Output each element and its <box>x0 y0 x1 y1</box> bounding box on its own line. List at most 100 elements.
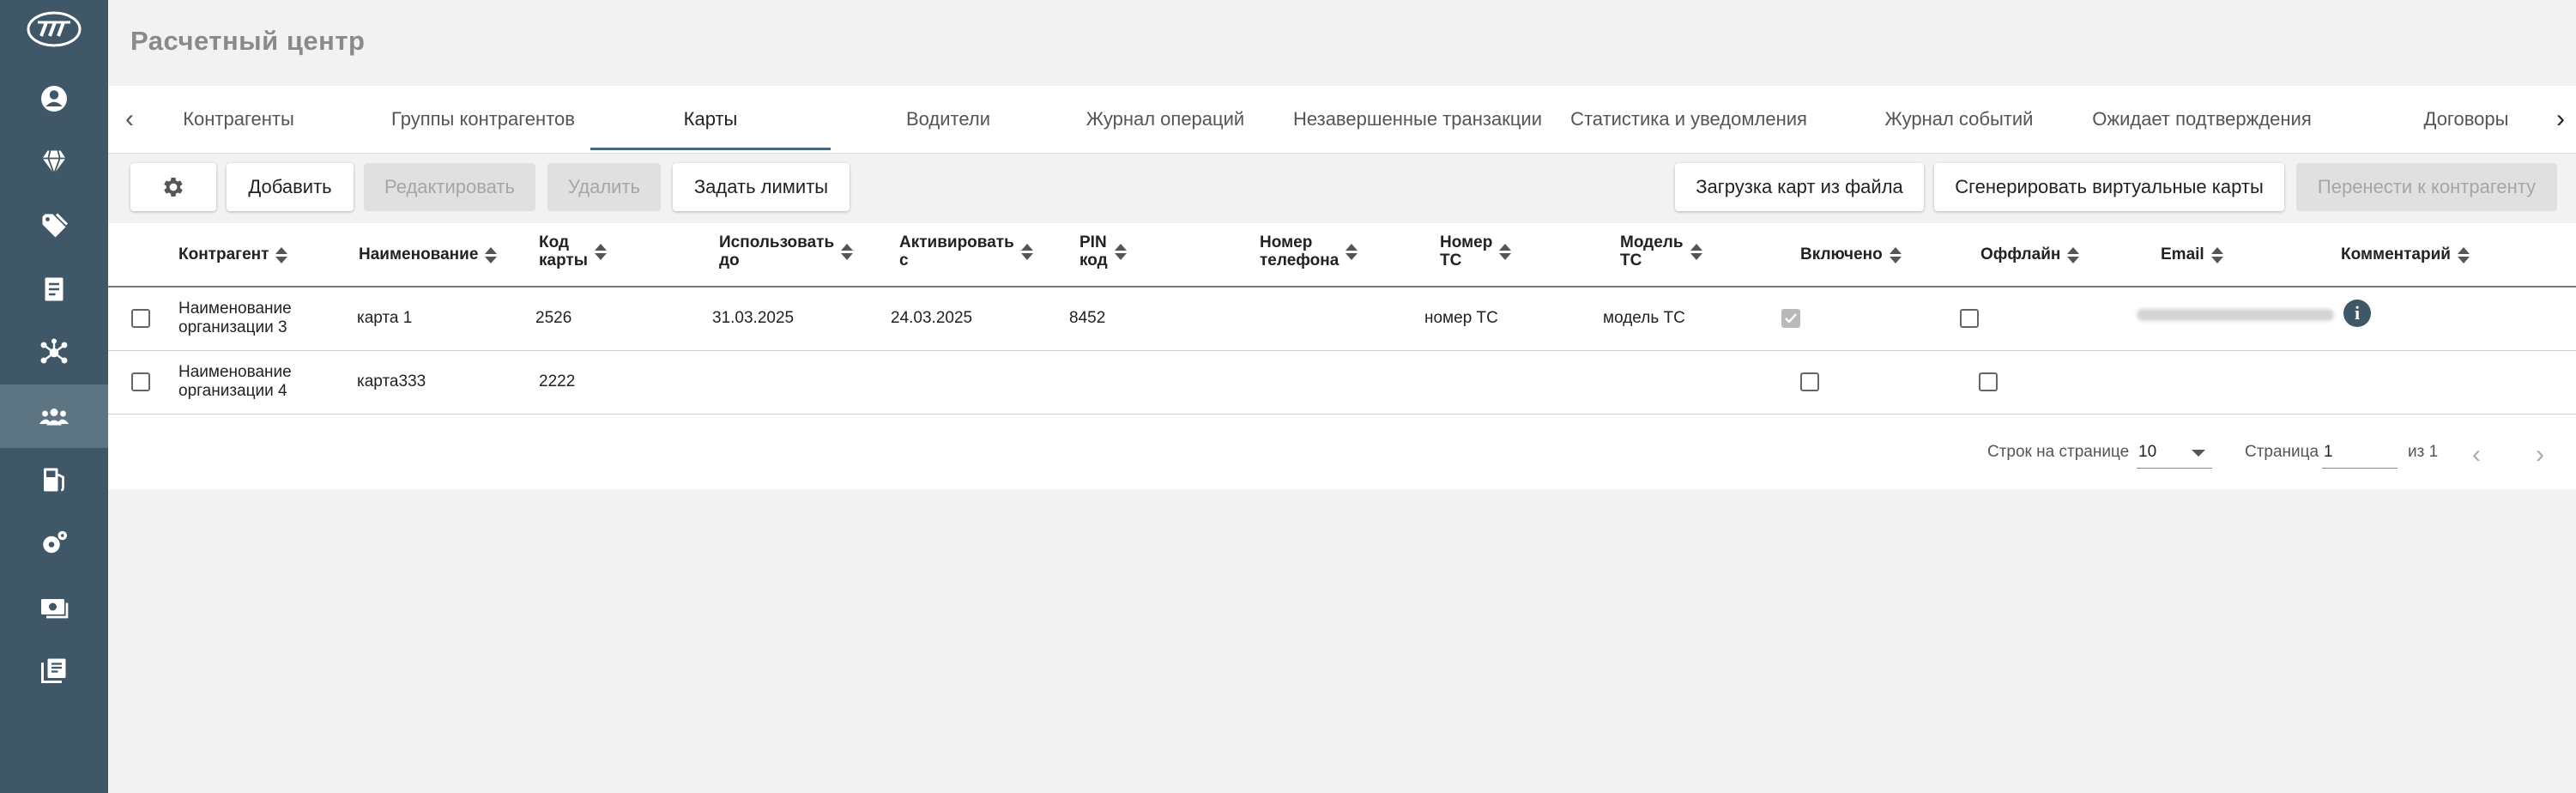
cell-card-code: 2222 <box>539 372 576 390</box>
next-page-icon[interactable]: › <box>2523 438 2557 472</box>
prev-page-icon[interactable]: ‹ <box>2459 438 2494 472</box>
tab-operations-log[interactable]: Журнал операций <box>1057 86 1273 153</box>
page-title: Расчетный центр <box>130 26 366 56</box>
header-phone[interactable]: Номер телефона <box>1260 233 1358 269</box>
cell-pin: 8452 <box>1069 309 1106 327</box>
email-redacted <box>2137 309 2334 321</box>
sidebar-item-settings[interactable] <box>0 512 108 575</box>
diamond-icon <box>42 150 66 177</box>
header-use-until[interactable]: Использовать до <box>719 233 854 269</box>
rows-per-page-select[interactable]: 10 <box>2137 439 2212 469</box>
tab-drivers[interactable]: Водители <box>850 86 1047 153</box>
sort-icon[interactable] <box>1114 243 1127 260</box>
header-comment[interactable]: Комментарий <box>2341 245 2470 263</box>
sidebar-item-premium[interactable] <box>0 130 108 194</box>
tab-bar: ‹ Контрагенты Группы контрагентов Карты … <box>108 86 2576 154</box>
users-group-icon <box>39 409 70 426</box>
sort-icon[interactable] <box>485 246 498 263</box>
sidebar-item-fuel[interactable] <box>0 448 108 512</box>
header-name[interactable]: Наименование <box>359 245 498 263</box>
sort-icon[interactable] <box>594 243 607 260</box>
sort-icon[interactable] <box>2067 246 2080 263</box>
delete-button[interactable]: Удалить <box>547 163 661 211</box>
fuel-station-icon <box>44 468 64 492</box>
sort-icon[interactable] <box>1345 243 1358 260</box>
tab-incomplete-transactions[interactable]: Незавершенные транзакции <box>1287 86 1548 153</box>
settings-button[interactable] <box>130 163 216 211</box>
header-email[interactable]: Email <box>2161 245 2223 263</box>
header-activate-from[interactable]: Активировать с <box>899 233 1033 269</box>
header-enabled[interactable]: Включено <box>1800 245 1902 263</box>
header-counterparty[interactable]: Контрагент <box>178 245 288 263</box>
cell-counterparty: Наименование организации 3 <box>178 300 292 336</box>
offline-checkbox[interactable] <box>1979 372 1998 391</box>
page-count: из 1 <box>2408 443 2439 461</box>
sort-icon[interactable] <box>1020 243 1033 260</box>
sidebar-item-payments[interactable] <box>0 575 108 639</box>
edit-button[interactable]: Редактировать <box>364 163 535 211</box>
active-tab-indicator <box>590 148 831 150</box>
sidebar-item-documents[interactable] <box>0 257 108 321</box>
row-select-checkbox[interactable] <box>131 372 150 391</box>
sort-icon[interactable] <box>1889 246 1902 263</box>
header-pin[interactable]: PIN код <box>1079 233 1127 269</box>
generate-virtual-cards-button[interactable]: Сгенерировать виртуальные карты <box>1934 163 2284 211</box>
sidebar-item-tags[interactable] <box>0 194 108 257</box>
header-card-code[interactable]: Код карты <box>539 233 607 269</box>
tab-counterparties[interactable]: Контрагенты <box>161 86 316 153</box>
tabs-scroll-right-icon[interactable]: › <box>2545 86 2576 153</box>
cell-vehicle-number: номер ТС <box>1424 309 1498 327</box>
cell-card-code: 2526 <box>535 309 572 327</box>
cell-counterparty: Наименование организации 4 <box>178 363 292 400</box>
checkmark-icon <box>1785 313 1797 324</box>
sort-icon[interactable] <box>2457 246 2470 263</box>
add-button[interactable]: Добавить <box>227 163 354 211</box>
cell-name: карта 1 <box>357 309 413 327</box>
header-offline[interactable]: Оффлайн <box>1980 245 2080 263</box>
book-icon <box>41 658 66 683</box>
dropdown-arrow-icon <box>2192 450 2205 457</box>
sort-icon[interactable] <box>1499 243 1512 260</box>
row-divider <box>108 350 2576 351</box>
page-label: Страница <box>2245 443 2319 461</box>
tab-events-log[interactable]: Журнал событий <box>1867 86 2051 153</box>
logo-icon <box>27 11 82 47</box>
header-vehicle-model[interactable]: Модель ТС <box>1620 233 1702 269</box>
page-input[interactable]: 1 <box>2322 439 2398 469</box>
sidebar-item-reports[interactable] <box>0 639 108 702</box>
tabs-scroll-left-icon[interactable]: ‹ <box>108 86 151 153</box>
gears-icon <box>43 530 67 554</box>
row-select-checkbox[interactable] <box>131 309 150 328</box>
tab-contracts[interactable]: Договоры <box>2398 86 2535 153</box>
gear-icon <box>164 178 183 197</box>
tab-awaiting-confirmation[interactable]: Ожидает подтверждения <box>2082 86 2322 153</box>
cell-name: карта333 <box>357 372 426 390</box>
sidebar <box>0 0 108 793</box>
cell-use-until: 31.03.2025 <box>712 309 795 327</box>
sort-icon[interactable] <box>841 243 854 260</box>
offline-checkbox[interactable] <box>1960 309 1979 328</box>
enabled-checkbox[interactable] <box>1781 309 1800 328</box>
network-icon <box>40 338 68 364</box>
sidebar-item-counterparties[interactable] <box>0 384 108 448</box>
header-vehicle-number[interactable]: Номер ТС <box>1440 233 1512 269</box>
money-icon <box>41 599 69 619</box>
header-divider <box>108 286 2576 288</box>
set-limits-button[interactable]: Задать лимиты <box>673 163 850 211</box>
cell-vehicle-model: модель ТС <box>1603 309 1685 327</box>
enabled-checkbox[interactable] <box>1800 372 1819 391</box>
row-divider <box>108 414 2576 415</box>
tab-counterparty-groups[interactable]: Группы контрагентов <box>371 86 596 153</box>
sidebar-item-network[interactable] <box>0 321 108 384</box>
tab-cards[interactable]: Карты <box>590 86 831 153</box>
user-circle-icon <box>41 86 67 112</box>
sort-icon[interactable] <box>1690 243 1702 260</box>
transfer-to-counterparty-button[interactable]: Перенести к контрагенту <box>2296 163 2557 211</box>
sidebar-item-profile[interactable] <box>0 67 108 130</box>
sort-icon[interactable] <box>275 246 288 263</box>
upload-cards-button[interactable]: Загрузка карт из файла <box>1675 163 1924 211</box>
sort-icon[interactable] <box>2210 246 2223 263</box>
info-icon[interactable]: i <box>2343 300 2371 327</box>
tab-statistics[interactable]: Статистика и уведомления <box>1560 86 1817 153</box>
tag-icon <box>42 213 69 238</box>
